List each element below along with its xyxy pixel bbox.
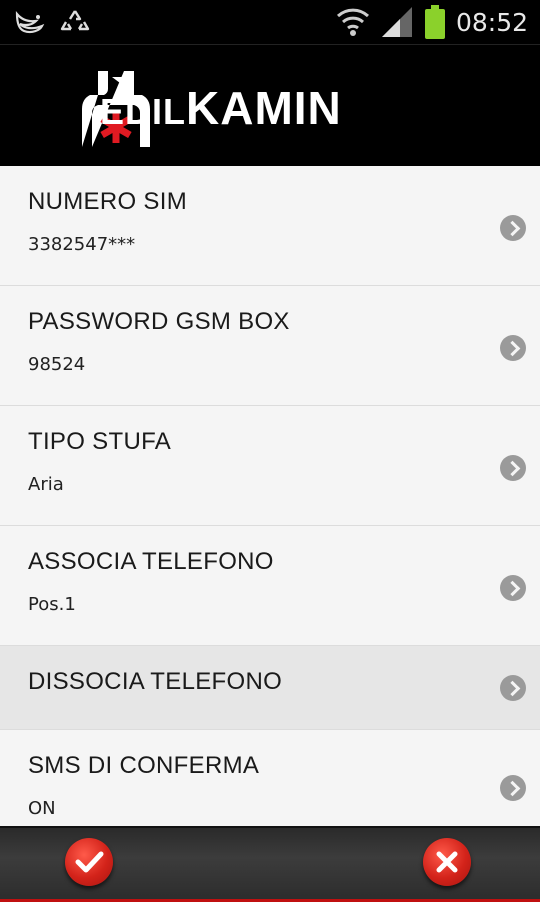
setting-tipo-stufa[interactable]: TIPO STUFA Aria [0,406,540,526]
status-bar: 08:52 [0,0,540,44]
wifi-icon [336,8,369,36]
signal-icon [381,7,412,37]
setting-sms-di-conferma[interactable]: SMS DI CONFERMA ON [0,730,540,826]
bird-notification-icon [15,10,45,34]
chevron-right-icon [500,455,526,481]
setting-value: Aria [28,474,64,495]
battery-icon [424,5,445,39]
chevron-right-icon [500,215,526,241]
setting-title: SMS DI CONFERMA [28,752,260,779]
close-icon [436,851,458,873]
setting-title: NUMERO SIM [28,188,187,215]
chevron-right-icon [500,335,526,361]
setting-dissocia-telefono[interactable]: DISSOCIA TELEFONO [0,646,540,730]
setting-title: TIPO STUFA [28,428,172,455]
confirm-button[interactable] [65,838,113,886]
setting-title: DISSOCIA TELEFONO [28,668,283,695]
app-header: EDILKAMIN [0,44,540,167]
checkmark-icon [75,851,104,873]
chevron-right-icon [500,575,526,601]
setting-password-gsm-box[interactable]: PASSWORD GSM BOX 98524 [0,286,540,406]
setting-associa-telefono[interactable]: ASSOCIA TELEFONO Pos.1 [0,526,540,646]
chevron-right-icon [500,675,526,701]
chevron-right-icon [500,775,526,801]
setting-value: 98524 [28,354,86,375]
setting-title: PASSWORD GSM BOX [28,308,290,335]
setting-value: 3382547*** [28,234,136,255]
cancel-button[interactable] [423,838,471,886]
bottom-action-bar [0,826,540,902]
setting-value: ON [28,798,56,819]
setting-title: ASSOCIA TELEFONO [28,548,274,575]
brand-name: EDILKAMIN [100,82,342,134]
clock: 08:52 [455,7,528,37]
setting-numero-sim[interactable]: NUMERO SIM 3382547*** [0,166,540,286]
recycle-notification-icon [60,10,90,31]
settings-list: NUMERO SIM 3382547*** PASSWORD GSM BOX 9… [0,166,540,826]
setting-value: Pos.1 [28,594,76,615]
